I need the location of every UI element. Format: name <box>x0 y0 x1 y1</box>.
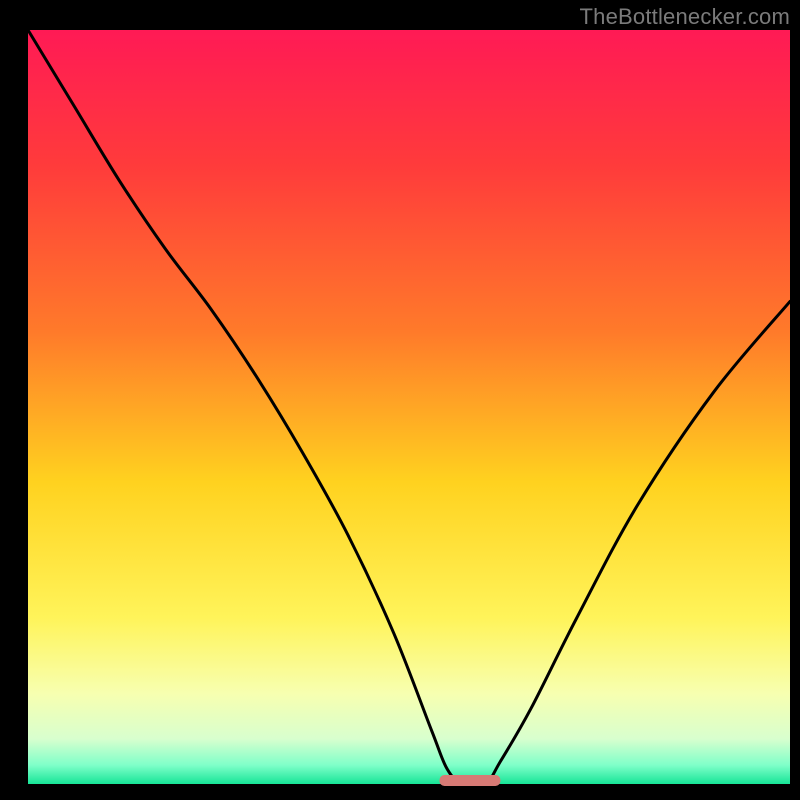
watermark-text: TheBottlenecker.com <box>580 4 790 30</box>
optimal-range-marker <box>439 775 500 786</box>
bottleneck-chart <box>0 0 800 800</box>
chart-container: TheBottlenecker.com <box>0 0 800 800</box>
